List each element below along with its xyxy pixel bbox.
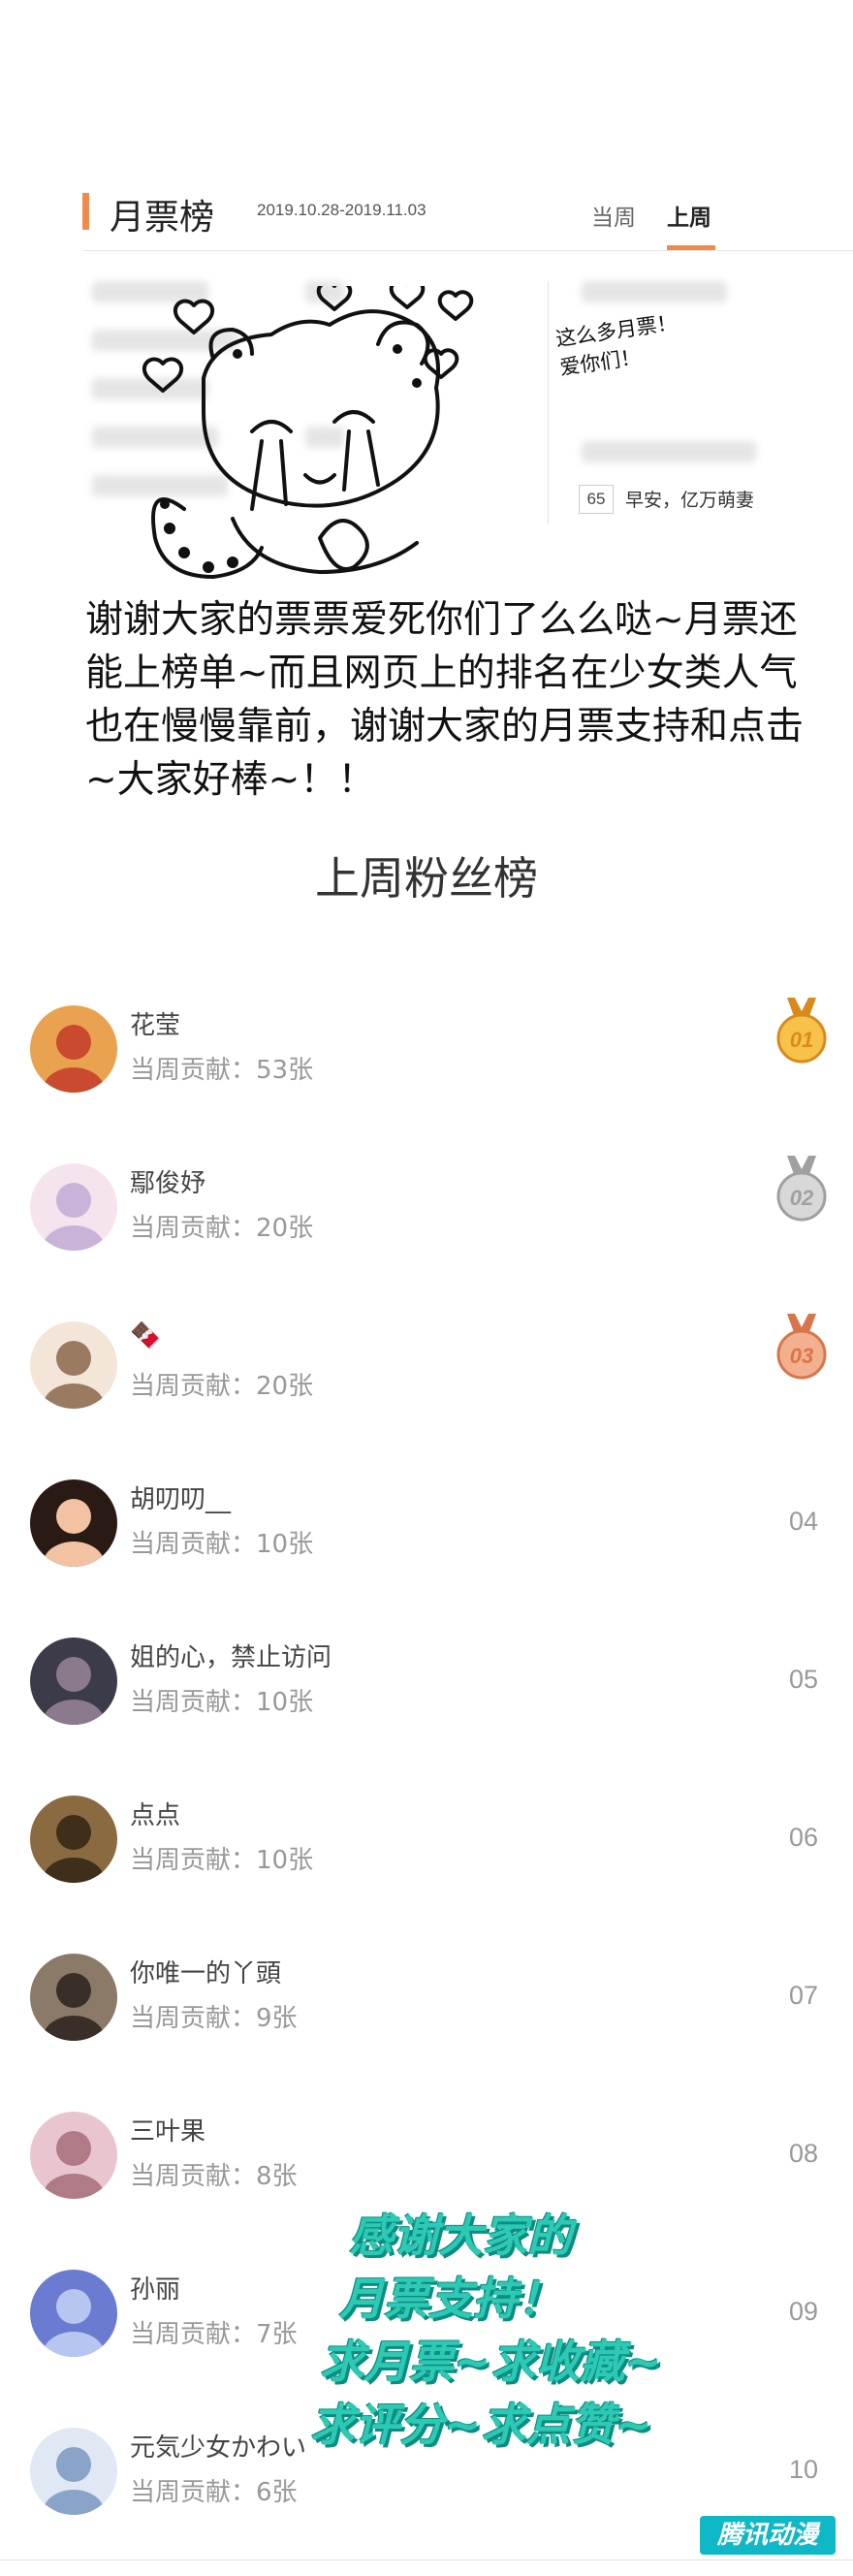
fan-name[interactable]: 花莹 <box>130 1005 180 1041</box>
avatar[interactable] <box>30 1796 117 1883</box>
avatar-image <box>30 1954 117 2041</box>
fan-name[interactable]: 三叶果 <box>130 2112 205 2147</box>
fan-row[interactable]: 鄢俊妤当周贡献：20张 02 <box>0 1156 853 1299</box>
fan-name[interactable]: 孙丽 <box>130 2270 180 2306</box>
comic-title-link[interactable]: 早安，亿万萌妻 <box>625 486 754 512</box>
fan-row[interactable]: 姐的心，禁止访问当周贡献：10张 05 <box>0 1638 853 1773</box>
column-divider <box>548 281 549 524</box>
monthly-ticket-header: 月票榜 2019.10.28-2019.11.03 当周 上周 <box>82 189 853 257</box>
fan-rank: 07 <box>788 1981 818 2010</box>
promo-line: 月票支持！ <box>339 2273 562 2325</box>
fan-rank: 09 <box>788 2297 818 2326</box>
fan-name[interactable]: 鄢俊妤 <box>130 1163 205 1199</box>
avatar-image <box>30 1796 117 1883</box>
avatar-image <box>30 1321 117 1409</box>
fan-name[interactable]: 🍫 <box>130 1321 161 1351</box>
fan-row[interactable]: 胡叨叨__ 当周贡献：10张 04 <box>0 1479 853 1615</box>
avatar-image <box>30 2428 117 2515</box>
fan-contribution: 当周贡献：20张 <box>130 1372 314 1401</box>
fan-contribution: 当周贡献：10张 <box>130 1530 314 1559</box>
fan-contribution: 当周贡献：9张 <box>130 2004 298 2033</box>
avatar[interactable] <box>30 1638 117 1725</box>
crying-cat-drawing <box>142 286 474 579</box>
blurred-row <box>582 441 756 462</box>
fan-rank: 08 <box>788 2139 818 2168</box>
fan-contribution: 当周贡献：10张 <box>130 1846 314 1875</box>
promo-line: 求月票~求收藏~ <box>320 2336 663 2388</box>
fan-row[interactable]: 你唯一的丫頭当周贡献：9张 07 <box>0 1954 853 2089</box>
rank-number: 65 <box>579 485 614 514</box>
avatar-image <box>30 2270 117 2357</box>
fan-name[interactable]: 元気少女かわい <box>130 2428 306 2464</box>
fan-rank: 06 <box>788 1823 818 1852</box>
avatar-image <box>30 1479 117 1567</box>
avatar[interactable] <box>30 1479 117 1567</box>
fan-name[interactable]: 姐的心，禁止访问 <box>130 1638 332 1673</box>
medal-rank: 01 <box>790 1028 813 1052</box>
fan-contribution: 当周贡献：8张 <box>130 2162 298 2191</box>
title-accent-bar <box>82 193 89 230</box>
fan-rank: 04 <box>788 1507 818 1536</box>
fan-contribution: 当周贡献：53张 <box>130 1056 314 1085</box>
avatar-image <box>30 2112 117 2199</box>
avatar[interactable] <box>30 1321 117 1409</box>
gold-medal-icon: 01 <box>776 998 827 1064</box>
promo-line: 求评分~求点赞~ <box>310 2399 653 2451</box>
fan-name[interactable]: 胡叨叨__ <box>130 1479 231 1515</box>
avatar-image <box>30 1005 117 1093</box>
avatar[interactable] <box>30 2428 117 2515</box>
fan-contribution: 当周贡献：20张 <box>130 1214 314 1243</box>
date-range: 2019.10.28-2019.11.03 <box>257 201 426 219</box>
fan-ranking-title: 上周粉丝榜 <box>315 852 538 905</box>
fan-contribution: 当周贡献：6张 <box>130 2478 298 2507</box>
medal-rank: 03 <box>790 1344 813 1368</box>
fan-contribution: 当周贡献：7张 <box>130 2320 298 2349</box>
fan-row[interactable]: 点点当周贡献：10张 06 <box>0 1796 853 1931</box>
tab-this-week[interactable]: 当周 <box>591 199 636 232</box>
blurred-row <box>582 281 727 302</box>
silver-medal-icon: 02 <box>776 1156 827 1222</box>
bronze-medal-icon: 03 <box>776 1314 827 1380</box>
fan-name[interactable]: 点点 <box>130 1796 180 1831</box>
avatar[interactable] <box>30 2270 117 2357</box>
avatar[interactable] <box>30 1954 117 2041</box>
fan-row[interactable]: 🍫 当周贡献：20张 03 <box>0 1314 853 1457</box>
avatar[interactable] <box>30 1005 117 1093</box>
avatar[interactable] <box>30 2112 117 2199</box>
medal-rank: 02 <box>790 1186 814 1210</box>
fan-name[interactable]: 你唯一的丫頭 <box>130 1954 281 1989</box>
thank-you-message: 谢谢大家的票票爱死你们了么么哒~月票还能上榜单~而且网页上的排名在少女类人气也在… <box>85 598 805 802</box>
avatar[interactable] <box>30 1163 117 1251</box>
promo-line: 感谢大家的 <box>349 2210 572 2262</box>
tencent-comic-watermark: 腾讯动漫 <box>700 2516 836 2555</box>
divider <box>82 250 853 251</box>
avatar-image <box>30 1163 117 1251</box>
monthly-ticket-title: 月票榜 <box>110 198 215 238</box>
fan-rank: 05 <box>788 1665 818 1694</box>
avatar-image <box>30 1638 117 1725</box>
fan-row[interactable]: 花莹当周贡献：53张 01 <box>0 998 853 1141</box>
fan-rank: 10 <box>788 2455 818 2484</box>
fan-contribution: 当周贡献：10张 <box>130 1688 314 1717</box>
tab-last-week[interactable]: 上周 <box>667 199 711 232</box>
promo-overlay: 感谢大家的 月票支持！ 求月票~求收藏~ 求评分~求点赞~ <box>310 2201 727 2492</box>
